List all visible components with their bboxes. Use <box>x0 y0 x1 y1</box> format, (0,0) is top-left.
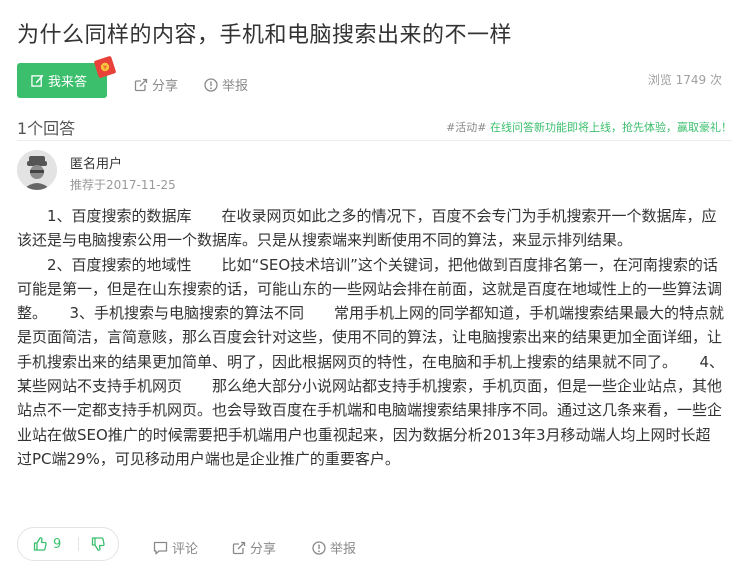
answer-date: 推荐于2017-11-25 <box>70 178 176 192</box>
downvote-button[interactable] <box>79 537 105 551</box>
question-title: 为什么同样的内容，手机和电脑搜索出来的不一样 <box>17 23 513 48</box>
share-label: 分享 <box>250 542 277 557</box>
share-answer-button[interactable]: 分享 <box>232 538 276 557</box>
vote-box: 9 <box>17 527 119 561</box>
thumbs-down-icon <box>91 537 105 551</box>
share-icon <box>134 78 148 91</box>
comment-button[interactable]: 评论 <box>153 538 198 557</box>
promo-tag: #活动# <box>446 121 487 134</box>
upvote-count: 9 <box>53 536 62 552</box>
report-icon <box>204 77 218 92</box>
comment-icon <box>153 541 168 554</box>
report-question-button[interactable]: 举报 <box>204 75 248 94</box>
answer-paragraph: 1、百度搜索的数据库 在收录网页如此之多的情况下，百度不会专门为手机搜索开一个数… <box>17 207 717 250</box>
report-answer-button[interactable]: 举报 <box>312 538 356 557</box>
answer-paragraph: 2、百度搜索的地域性 比如“SEO技术培训”这个关键词，把他做到百度排名第一，在… <box>17 255 725 468</box>
answer-count: 1个回答 <box>17 119 76 138</box>
edit-icon <box>31 74 44 87</box>
report-icon <box>312 540 326 555</box>
share-label: 分享 <box>152 79 179 94</box>
report-label: 举报 <box>222 79 249 94</box>
promo-banner[interactable]: #活动# 在线问答新功能即将上线，抢先体验，赢取豪礼！ <box>446 119 732 135</box>
answer-button-label: 我来答 <box>48 75 88 90</box>
thumbs-up-icon <box>33 537 47 551</box>
red-packet-icon[interactable]: ¥ <box>93 55 117 79</box>
share-question-button[interactable]: 分享 <box>134 75 178 94</box>
svg-text:¥: ¥ <box>103 65 107 72</box>
section-divider <box>17 140 732 141</box>
share-icon <box>232 541 246 554</box>
answer-body: 1、百度搜索的数据库 在收录网页如此之多的情况下，百度不会专门为手机搜索开一个数… <box>17 204 725 471</box>
report-label: 举报 <box>330 542 357 557</box>
upvote-button[interactable]: 9 <box>18 537 78 552</box>
comment-label: 评论 <box>172 542 199 557</box>
user-name[interactable]: 匿名用户 <box>70 153 122 172</box>
anonymous-user-icon <box>17 150 57 190</box>
avatar <box>17 150 57 190</box>
promo-text: 在线问答新功能即将上线，抢先体验，赢取豪礼！ <box>486 121 732 134</box>
view-count: 浏览 1749 次 <box>647 73 722 87</box>
